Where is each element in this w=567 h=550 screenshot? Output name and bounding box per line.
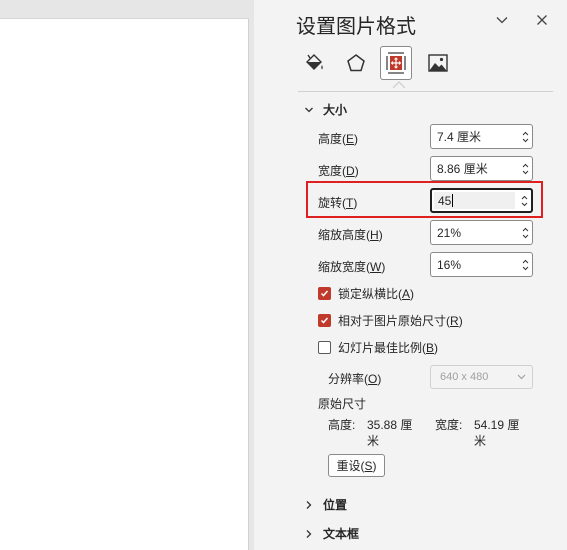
section-textbox-title: 文本框 <box>323 527 360 541</box>
chevron-down-icon <box>517 374 526 380</box>
width-label: 宽度(D) <box>318 164 359 178</box>
pane-options-button[interactable] <box>491 9 513 31</box>
height-spinner[interactable]: 7.4 厘米 <box>430 124 533 149</box>
scale-width-spin-arrows[interactable] <box>518 253 532 276</box>
original-size-title: 原始尺寸 <box>318 397 367 411</box>
spin-down-icon <box>521 202 527 206</box>
height-label: 高度(E) <box>318 132 359 146</box>
resolution-value: 640 x 480 <box>440 371 489 383</box>
format-picture-pane: 设置图片格式 大小 高度(E) 7.4 厘米 宽度(D) 8.86 厘米 旋转(… <box>254 0 567 550</box>
text-cursor <box>452 194 454 207</box>
lock-aspect-checkbox[interactable]: 锁定纵横比(A) <box>318 285 414 302</box>
original-width-label: 宽度: <box>435 418 463 432</box>
tab-size-properties[interactable] <box>380 46 412 80</box>
close-icon <box>537 15 547 25</box>
height-spin-arrows[interactable] <box>518 125 532 148</box>
tab-fill-line[interactable] <box>298 46 330 80</box>
spin-up-icon <box>522 163 528 167</box>
checkbox-checked-icon <box>318 287 331 300</box>
height-input[interactable]: 7.4 厘米 <box>431 128 518 145</box>
resolution-label: 分辨率(O) <box>328 372 382 386</box>
checkbox-checked-icon <box>318 314 331 327</box>
tabs-divider <box>298 91 553 92</box>
scale-width-input[interactable]: 16% <box>431 258 518 272</box>
rotation-spinner[interactable]: 45 <box>430 188 533 213</box>
relative-original-checkbox[interactable]: 相对于图片原始尺寸(R) <box>318 312 463 329</box>
section-position-header[interactable]: 位置 <box>304 496 347 513</box>
spin-up-icon <box>521 195 527 199</box>
scale-height-spinner[interactable]: 21% <box>430 220 533 245</box>
picture-icon <box>428 54 448 72</box>
chevron-down-icon <box>305 107 313 112</box>
chevron-right-icon <box>306 529 312 538</box>
rotation-input[interactable]: 45 <box>434 192 515 209</box>
scale-height-input[interactable]: 21% <box>431 226 518 240</box>
spin-up-icon <box>522 227 528 231</box>
width-input[interactable]: 8.86 厘米 <box>431 160 518 177</box>
scale-height-label: 缩放高度(H) <box>318 228 383 242</box>
spin-down-icon <box>522 234 528 238</box>
best-scale-checkbox[interactable]: 幻灯片最佳比例(B) <box>318 339 438 356</box>
pane-title: 设置图片格式 <box>296 16 416 38</box>
width-spinner[interactable]: 8.86 厘米 <box>430 156 533 181</box>
slide-canvas-area <box>0 0 254 550</box>
original-height-value: 35.88 厘 米 <box>367 418 413 448</box>
chevron-right-icon <box>306 500 312 509</box>
spin-down-icon <box>522 170 528 174</box>
section-size-title: 大小 <box>323 103 348 117</box>
scale-width-spinner[interactable]: 16% <box>430 252 533 277</box>
spin-down-icon <box>522 138 528 142</box>
best-scale-label: 幻灯片最佳比例 <box>338 341 423 355</box>
width-spin-arrows[interactable] <box>518 157 532 180</box>
relative-original-label: 相对于图片原始尺寸 <box>338 314 447 328</box>
effects-pentagon-icon <box>347 54 365 72</box>
rotation-spin-arrows[interactable] <box>517 190 531 211</box>
tab-effects[interactable] <box>340 46 372 80</box>
original-width-value: 54.19 厘 米 <box>474 418 520 448</box>
section-textbox-header[interactable]: 文本框 <box>304 525 359 542</box>
scale-height-spin-arrows[interactable] <box>518 221 532 244</box>
section-position-title: 位置 <box>323 498 348 512</box>
tab-picture[interactable] <box>422 46 454 80</box>
slide[interactable] <box>0 18 249 550</box>
fill-line-icon <box>306 54 323 70</box>
pane-close-button[interactable] <box>531 9 553 31</box>
spin-up-icon <box>522 259 528 263</box>
scale-width-label: 缩放宽度(W) <box>318 260 386 274</box>
resolution-select: 640 x 480 <box>430 365 533 389</box>
spin-down-icon <box>522 266 528 270</box>
active-tab-pointer <box>393 81 405 88</box>
size-properties-icon <box>386 52 406 74</box>
chevron-down-icon <box>496 17 508 24</box>
lock-aspect-label: 锁定纵横比 <box>338 287 399 301</box>
section-size-header[interactable]: 大小 <box>304 101 347 118</box>
rotation-label: 旋转(T) <box>318 196 358 210</box>
checkbox-unchecked-icon <box>318 341 331 354</box>
spin-up-icon <box>522 131 528 135</box>
original-height-label: 高度: <box>328 418 356 432</box>
reset-button[interactable]: 重设(S) <box>328 454 385 477</box>
